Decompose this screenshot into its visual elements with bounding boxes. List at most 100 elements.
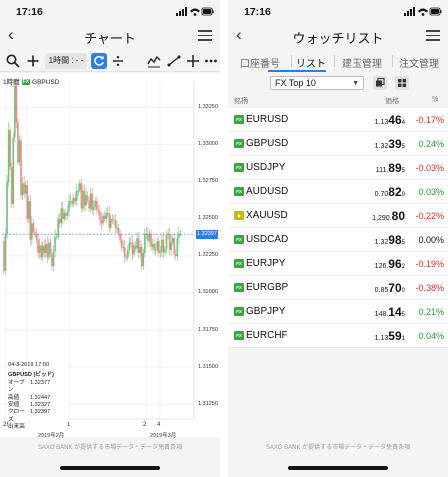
open-value: 1.32377	[30, 379, 51, 386]
tab-list[interactable]: リスト	[296, 55, 326, 70]
candle-body	[63, 212, 66, 219]
fx-badge-icon: FX	[234, 259, 244, 268]
candle-body	[60, 208, 63, 224]
watchlist-row[interactable]: ◆ XAUUSD 1,290.80 -0.22%	[228, 204, 448, 228]
crosshair-icon[interactable]	[185, 53, 201, 69]
x-tick-label: 4	[157, 422, 161, 428]
candle-body	[89, 193, 92, 209]
page-title: ウォッチリスト	[292, 31, 384, 46]
candle-body	[20, 140, 22, 196]
grid-icon	[398, 79, 406, 87]
candle-body	[38, 245, 41, 253]
row-symbol: EURCHF	[246, 330, 288, 341]
price-prefix: 1,290.	[372, 215, 392, 222]
row-symbol: GBPJPY	[246, 306, 286, 317]
candle-body	[68, 201, 70, 212]
row-price: 1,290.80	[372, 209, 405, 223]
add-icon[interactable]	[25, 53, 41, 69]
candle-body	[51, 254, 53, 267]
candle-body	[15, 85, 18, 123]
candle-body	[151, 244, 154, 248]
tab-account[interactable]: 口座番号	[240, 55, 280, 70]
list-filter-row: FX Top 10 ▼	[228, 74, 448, 92]
candle-body	[137, 238, 140, 253]
search-icon[interactable]	[5, 53, 21, 69]
current-price-tag: 1.32397	[196, 229, 218, 239]
x-month-label: 2019年2月	[38, 433, 65, 439]
y-tick-label: 1.33000	[198, 141, 218, 148]
candle-body	[72, 198, 75, 205]
price-prefix: 0.70	[374, 191, 389, 198]
trendline-icon[interactable]	[166, 53, 182, 69]
row-change: 0.03%	[418, 187, 444, 197]
hamburger-menu-icon[interactable]	[198, 30, 212, 41]
candle-body	[117, 227, 120, 234]
candle-body	[97, 209, 100, 212]
candle-body	[58, 218, 61, 224]
watchlist-row[interactable]: FX AUDUSD 0.70829 0.03%	[228, 180, 448, 204]
indicator-icon[interactable]	[146, 53, 162, 69]
price-prefix: 1.13	[374, 335, 389, 342]
page-title: チャート	[84, 31, 136, 46]
hamburger-menu-icon[interactable]	[426, 30, 440, 41]
data-disclaimer-link[interactable]: SAXO BANK が提供する市場データ・データ免責条項	[228, 442, 448, 451]
more-icon[interactable]	[203, 53, 219, 69]
fx-badge-icon: FX	[234, 163, 244, 172]
grid-view-button[interactable]	[395, 76, 409, 90]
chevron-down-icon: ▼	[352, 80, 359, 87]
candle-body	[54, 236, 56, 252]
price-pips: 98	[388, 233, 402, 247]
row-price: 1.32395	[375, 137, 405, 151]
price-pips: 14	[388, 305, 402, 319]
candle-body	[23, 183, 25, 194]
y-tick-label: 1.33250	[198, 104, 218, 111]
copy-button[interactable]	[373, 76, 387, 90]
price-chart[interactable]: 1時間 FX GBPUSD 1.33250 1.33000 1.32750 1.32500…	[0, 73, 220, 439]
watchlist-dropdown[interactable]: FX Top 10 ▼	[270, 76, 364, 90]
watchlist-row[interactable]: FX EURJPY 126.962 -0.19%	[228, 252, 448, 276]
interval-selector[interactable]: 1時間 : - -	[45, 53, 87, 69]
candle-body	[127, 250, 129, 258]
candle-body	[130, 242, 132, 244]
watchlist-row[interactable]: FX USDJPY 111.895 -0.03%	[228, 156, 448, 180]
candle-body	[123, 247, 126, 258]
x-tick-label: 2	[143, 422, 147, 428]
low-value: 1.32327	[30, 402, 51, 409]
tab-orders[interactable]: 注文管理	[399, 55, 439, 70]
row-price: 1.32985	[375, 233, 405, 247]
ohlc-infobox: 04-3-2019 17:00 GBPUSD (ビッド) オープン 1.32377…	[8, 362, 68, 432]
watchlist-row[interactable]: FX EURUSD 1.13464 -0.17%	[228, 108, 448, 132]
price-prefix: 111.	[375, 167, 389, 174]
candle-body	[92, 207, 95, 210]
tab-positions[interactable]: 建玉管理	[342, 55, 382, 70]
watchlist-row[interactable]: FX USDCAD 1.32985 0.00%	[228, 228, 448, 252]
watchlist-header: 銘柄 価格 %	[228, 96, 448, 108]
refresh-button[interactable]	[91, 53, 107, 69]
info-datetime: 04-3-2019 17:00	[8, 362, 50, 368]
compare-icon[interactable]	[110, 53, 126, 69]
candle-body	[128, 242, 131, 250]
copy-icon	[376, 78, 385, 87]
status-time: 17:16	[244, 6, 271, 18]
watchlist-row[interactable]: FX EURCHF 1.13591 0.04%	[228, 324, 448, 348]
tab-divider	[334, 55, 335, 67]
candle-body	[139, 247, 142, 253]
nav-bar: ‹ チャート	[0, 24, 220, 48]
price-prefix: 1.32	[374, 239, 389, 246]
candle-body	[79, 183, 81, 191]
data-disclaimer-link[interactable]: SAXO BANK が提供する市場データ・データ免責条項	[0, 442, 220, 451]
candle-body	[88, 201, 90, 209]
candle-body	[120, 239, 123, 248]
row-symbol: GBPUSD	[246, 138, 289, 149]
price-pips: 59	[388, 329, 402, 343]
candle-body	[32, 223, 35, 233]
row-change: 0.24%	[418, 139, 444, 149]
candle-body	[119, 233, 121, 240]
candle-body	[148, 233, 151, 242]
watchlist-row[interactable]: FX GBPJPY 148.145 0.21%	[228, 300, 448, 324]
open-label: オープン	[8, 379, 25, 394]
price-pips: 82	[388, 185, 402, 199]
watchlist-row[interactable]: FX EURGBP 0.85700 -0.38%	[228, 276, 448, 300]
watchlist-row[interactable]: FX GBPUSD 1.32395 0.24%	[228, 132, 448, 156]
row-symbol: EURUSD	[246, 114, 289, 125]
